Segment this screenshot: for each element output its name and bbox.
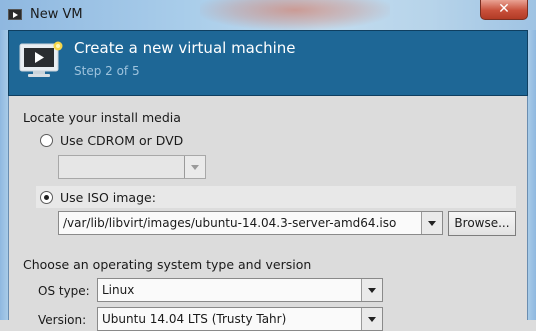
cdrom-option[interactable]: Use CDROM or DVD (40, 130, 183, 150)
cdrom-select[interactable] (58, 155, 206, 179)
wizard-step: Step 2 of 5 (74, 64, 140, 78)
iso-option[interactable]: Use ISO image: (40, 187, 156, 207)
os-version-value: Ubuntu 14.04 LTS (Trusty Tahr) (102, 312, 287, 326)
titlebar-glow (200, 0, 390, 30)
install-media-heading: Locate your install media (23, 110, 181, 125)
window-close-button[interactable]: ✕ (480, 0, 528, 20)
close-icon: ✕ (498, 1, 510, 17)
iso-radio[interactable] (40, 190, 53, 204)
browse-button[interactable]: Browse... (448, 211, 516, 236)
wizard-header: Create a new virtual machine Step 2 of 5 (8, 30, 528, 96)
os-type-value: Linux (102, 283, 135, 297)
chevron-down-icon[interactable] (184, 156, 205, 178)
os-type-select[interactable]: Linux (97, 278, 383, 302)
cdrom-label: Use CDROM or DVD (60, 132, 184, 148)
window-title: New VM (30, 7, 83, 22)
os-version-select[interactable]: Ubuntu 14.04 LTS (Trusty Tahr) (97, 307, 383, 331)
chevron-down-icon[interactable] (361, 308, 382, 330)
window-frame-right (528, 30, 536, 320)
chevron-down-icon[interactable] (421, 212, 442, 234)
iso-label: Use ISO image: (60, 189, 156, 205)
os-heading: Choose an operating system type and vers… (23, 257, 312, 272)
chevron-down-icon[interactable] (361, 279, 382, 301)
os-type-label: OS type: (38, 284, 90, 298)
monitor-play-icon (19, 41, 63, 77)
cdrom-radio[interactable] (40, 133, 53, 147)
iso-path-combo[interactable]: /var/lib/libvirt/images/ubuntu-14.04.3-s… (58, 211, 443, 235)
vm-app-icon (8, 9, 22, 20)
iso-path-input[interactable]: /var/lib/libvirt/images/ubuntu-14.04.3-s… (63, 216, 396, 230)
os-version-label: Version: (38, 313, 87, 327)
window-frame-left (0, 30, 8, 320)
wizard-title: Create a new virtual machine (74, 39, 296, 57)
